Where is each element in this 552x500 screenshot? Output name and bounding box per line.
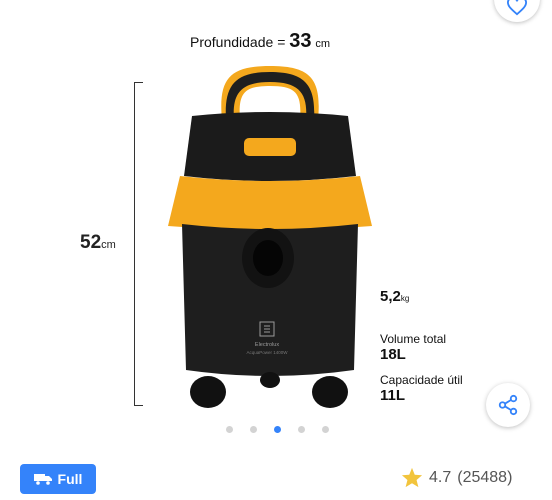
depth-label: Profundidade <box>190 34 274 50</box>
rating-score: 4.7 <box>429 468 452 486</box>
share-button[interactable] <box>486 383 530 427</box>
depth-unit: cm <box>315 38 331 50</box>
product-image[interactable]: Electrolux AcquaPower 1400W <box>160 58 380 414</box>
full-badge-label: Full <box>57 471 83 487</box>
carousel-indicator <box>226 426 329 433</box>
height-unit: cm <box>101 239 116 251</box>
capacity-title: Capacidade útil <box>380 373 463 387</box>
depth-equals: = <box>277 34 286 50</box>
height-value: 52 <box>80 232 102 253</box>
wheel-left <box>190 376 226 408</box>
carousel-dot-active[interactable] <box>274 426 281 433</box>
vacuum-band <box>168 176 372 230</box>
rating-count: (25488) <box>457 468 513 486</box>
height-bracket <box>134 82 143 406</box>
model-text: AcquaPower 1400W <box>246 350 288 355</box>
carousel-dot[interactable] <box>298 426 305 433</box>
rating[interactable]: 4.7 (25488) <box>401 467 512 488</box>
height-dimension: 52cm <box>80 232 116 254</box>
truck-icon <box>33 474 52 485</box>
share-icon <box>498 394 518 416</box>
carousel-dot[interactable] <box>250 426 257 433</box>
depth-value: 33 <box>289 30 312 52</box>
capacity-value: 11L <box>380 387 406 404</box>
weight-spec: 5,2kg <box>380 288 409 306</box>
favorite-button[interactable] <box>494 0 540 22</box>
star-icon <box>401 467 423 488</box>
carousel-dot[interactable] <box>322 426 329 433</box>
depth-dimension: Profundidade = 33 cm <box>190 30 330 53</box>
volume-value: 18L <box>380 346 406 363</box>
weight-unit: kg <box>400 294 410 303</box>
weight-value: 5,2 <box>380 288 401 305</box>
brand-mark: Electrolux <box>255 342 279 348</box>
heart-icon <box>506 0 528 16</box>
volume-title: Volume total <box>380 332 447 346</box>
wheel-right <box>312 376 348 408</box>
volume-spec: Volume total 18L <box>380 332 446 363</box>
capacity-spec: Capacidade útil 11L <box>380 373 463 404</box>
carousel-dot[interactable] <box>226 426 233 433</box>
full-shipping-badge: Full <box>20 464 96 494</box>
